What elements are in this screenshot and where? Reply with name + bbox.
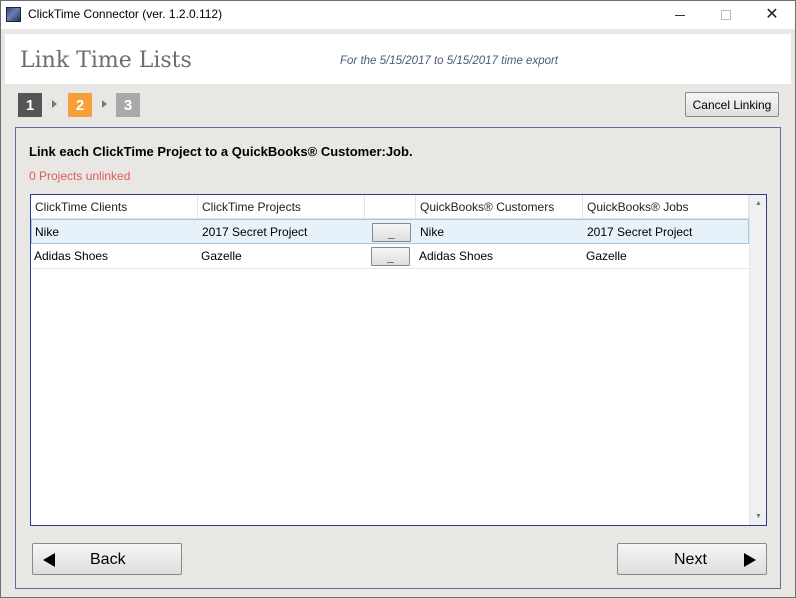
cancel-linking-button[interactable]: Cancel Linking [685,92,779,117]
grid-header: ClickTime Clients ClickTime Projects Qui… [31,195,749,219]
window-title: ClickTime Connector (ver. 1.2.0.112) [28,7,223,21]
column-header-clicktime-projects[interactable]: ClickTime Projects [198,195,365,219]
back-label: Back [90,551,126,568]
table-row[interactable]: Adidas Shoes Gazelle _ Adidas Shoes Gaze… [31,244,749,269]
title-bar: ClickTime Connector (ver. 1.2.0.112) ✕ [1,1,795,29]
step-arrow-icon [102,100,107,108]
customer-cell: Adidas Shoes [419,249,494,263]
unlink-button[interactable]: _ [371,247,410,266]
unlinked-count: 0 Projects unlinked [29,169,131,183]
client-cell: Nike [35,225,60,239]
maximize-button[interactable] [703,1,749,29]
instruction-text: Link each ClickTime Project to a QuickBo… [29,144,413,159]
minimize-button[interactable] [657,1,703,29]
link-grid[interactable]: ClickTime Clients ClickTime Projects Qui… [30,194,767,526]
step-2-indicator: 2 [68,93,92,117]
client-cell: Adidas Shoes [34,249,109,263]
step-3-indicator: 3 [116,93,140,117]
back-button[interactable]: Back [32,543,182,575]
next-button[interactable]: Next [617,543,767,575]
next-arrow-icon [744,553,756,567]
column-header-clicktime-clients[interactable]: ClickTime Clients [31,195,198,219]
export-range-note: For the 5/15/2017 to 5/15/2017 time expo… [340,55,559,67]
job-cell: 2017 Secret Project [587,225,693,239]
app-window: ClickTime Connector (ver. 1.2.0.112) ✕ L… [0,0,796,598]
step-1-indicator: 1 [18,93,42,117]
maximize-icon [721,10,731,20]
back-arrow-icon [43,553,55,567]
scroll-up-icon[interactable]: ▲ [750,195,766,212]
step-arrow-icon [52,100,57,108]
job-cell: Gazelle [586,249,627,263]
close-button[interactable]: ✕ [749,1,795,29]
column-header-action [365,195,416,219]
column-header-quickbooks-jobs[interactable]: QuickBooks® Jobs [583,195,749,219]
link-panel: Link each ClickTime Project to a QuickBo… [15,127,781,589]
minimize-icon [675,14,685,16]
page-header: Link Time Lists For the 5/15/2017 to 5/1… [5,34,791,84]
table-row[interactable]: Nike 2017 Secret Project _ Nike 2017 Sec… [31,219,749,244]
project-cell: Gazelle [201,249,242,263]
next-label: Next [674,551,707,568]
project-cell: 2017 Secret Project [202,225,308,239]
scroll-down-icon[interactable]: ▼ [750,508,766,525]
app-icon [6,7,21,22]
unlink-button[interactable]: _ [372,223,411,242]
customer-cell: Nike [420,225,445,239]
vertical-scrollbar[interactable]: ▲ ▼ [749,195,766,525]
column-header-quickbooks-customers[interactable]: QuickBooks® Customers [416,195,583,219]
close-icon: ✕ [765,6,779,23]
page-title: Link Time Lists [20,48,192,73]
